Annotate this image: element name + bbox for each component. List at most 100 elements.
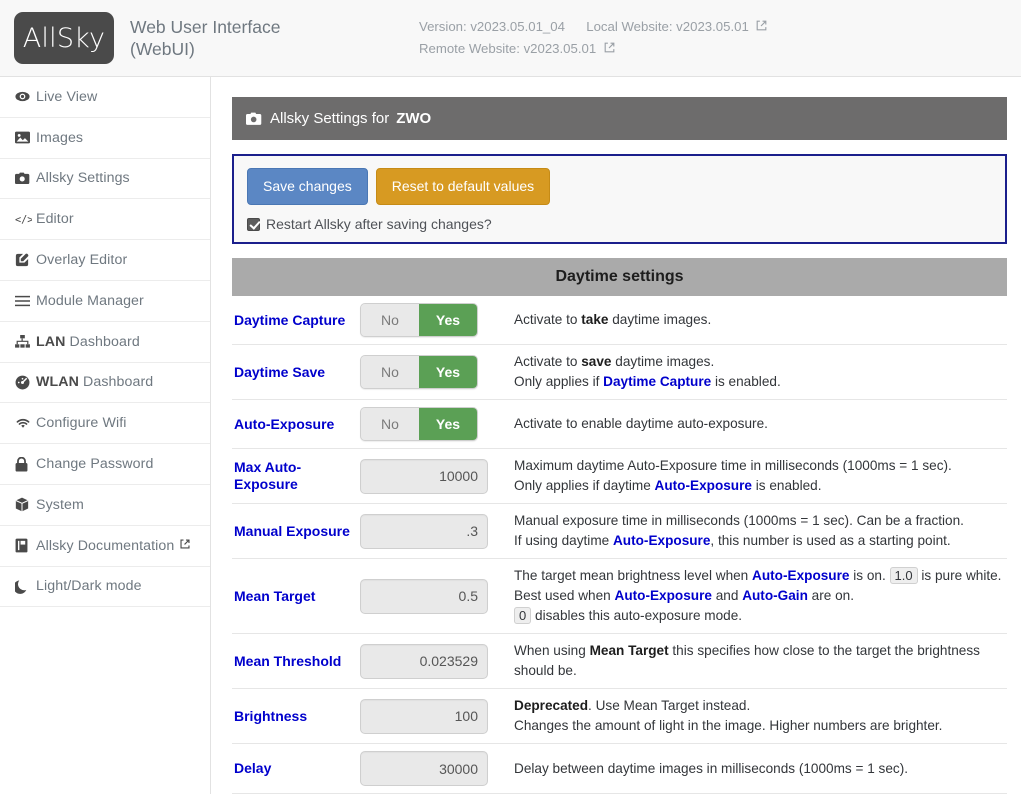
toggle-option-no[interactable]: No bbox=[361, 408, 419, 440]
sidebar-item-label: Editor bbox=[36, 211, 74, 228]
setting-row: Brightness Deprecated. Use Mean Target in… bbox=[232, 689, 1007, 744]
setting-label: Auto-Exposure bbox=[234, 415, 335, 432]
pen-square-icon bbox=[15, 253, 36, 267]
external-link-icon[interactable] bbox=[755, 19, 768, 32]
camera-name: ZWO bbox=[396, 110, 432, 127]
sidebar-item-change-password[interactable]: Change Password bbox=[0, 444, 210, 485]
sidebar-item-label: Overlay Editor bbox=[36, 252, 128, 269]
setting-description: Manual exposure time in milliseconds (10… bbox=[514, 513, 964, 548]
cube-icon bbox=[15, 497, 36, 512]
sidebar-item-label: Light/Dark mode bbox=[36, 578, 142, 595]
setting-label: Mean Target bbox=[234, 587, 316, 604]
local-website-label: Local Website: v2023.05.01 bbox=[586, 19, 749, 34]
app-title: Web User Interface (WebUI) bbox=[130, 17, 281, 59]
moon-icon bbox=[15, 579, 36, 594]
toggle-option-yes[interactable]: Yes bbox=[419, 356, 477, 388]
setting-label: Daytime Save bbox=[234, 363, 326, 380]
sidebar-item-overlay-editor[interactable]: Overlay Editor bbox=[0, 240, 210, 281]
setting-description: Delay between daytime images in millisec… bbox=[514, 760, 909, 776]
actions-box: Save changes Reset to default values Res… bbox=[232, 154, 1007, 244]
setting-description: Deprecated. Use Mean Target instead. Chan… bbox=[514, 698, 943, 733]
wifi-icon bbox=[15, 417, 36, 429]
external-link-icon[interactable] bbox=[603, 41, 616, 54]
sidebar-item-label: System bbox=[36, 496, 84, 513]
setting-description: When using Mean Target this specifies ho… bbox=[514, 643, 980, 678]
sidebar-item-allsky-documentation[interactable]: Allsky Documentation bbox=[0, 526, 210, 567]
setting-label: Max Auto-Exposure bbox=[234, 459, 302, 492]
sidebar-item-label: Images bbox=[36, 129, 84, 146]
sidebar-item-label: Live View bbox=[36, 88, 98, 105]
sidebar-item-LAN-dashboard[interactable]: LAN Dashboard bbox=[0, 322, 210, 363]
sidebar-item-module-manager[interactable]: Module Manager bbox=[0, 281, 210, 322]
main-content: Allsky Settings for ZWO Save changes Res… bbox=[211, 77, 1021, 794]
camera-icon bbox=[15, 172, 36, 185]
setting-label: Brightness bbox=[234, 707, 308, 724]
sidebar-item-WLAN-dashboard[interactable]: WLAN Dashboard bbox=[0, 363, 210, 404]
setting-description: The target mean brightness level when Au… bbox=[514, 567, 1002, 624]
setting-control bbox=[358, 513, 500, 549]
setting-control bbox=[358, 751, 500, 786]
setting-control: No Yes bbox=[358, 355, 500, 389]
tachometer-icon bbox=[15, 375, 36, 390]
toggle-option-no[interactable]: No bbox=[361, 304, 419, 336]
lock-icon bbox=[15, 456, 36, 472]
code-icon: </> bbox=[15, 213, 36, 226]
sidebar-nav: Live View Images Allsky Settings </> Editor O… bbox=[0, 77, 211, 794]
setting-row: Daytime Capture No Yes Activate to take day… bbox=[232, 296, 1007, 345]
sidebar-item-system[interactable]: System bbox=[0, 485, 210, 526]
toggle-auto-exposure[interactable]: No Yes bbox=[360, 407, 478, 441]
input-mean-threshold[interactable] bbox=[360, 643, 488, 679]
setting-row: Delay Delay between daytime images in mil… bbox=[232, 744, 1007, 794]
save-changes-button[interactable]: Save changes bbox=[247, 168, 368, 205]
setting-control bbox=[358, 698, 500, 734]
camera-icon bbox=[246, 112, 262, 126]
sidebar-item-live-view[interactable]: Live View bbox=[0, 77, 210, 118]
setting-control bbox=[358, 578, 500, 614]
restart-checkbox-label: Restart Allsky after saving changes? bbox=[266, 216, 492, 232]
sidebar-item-light-dark-mode[interactable]: Light/Dark mode bbox=[0, 567, 210, 608]
setting-label: Daytime Capture bbox=[234, 311, 346, 328]
allsky-webui-page: AllSky Web User Interface (WebUI) Versio… bbox=[0, 0, 1021, 794]
setting-description: Activate to enable daytime auto-exposure… bbox=[514, 416, 768, 431]
external-link-icon[interactable] bbox=[179, 538, 191, 554]
hamburger-icon bbox=[15, 295, 36, 307]
setting-row: Auto-Exposure No Yes Activate to enable day… bbox=[232, 400, 1007, 449]
setting-description: Activate to take daytime images. bbox=[514, 312, 712, 327]
brand-block: AllSky Web User Interface (WebUI) bbox=[14, 12, 409, 64]
sidebar-item-configure-wifi[interactable]: Configure Wifi bbox=[0, 403, 210, 445]
restart-checkbox[interactable] bbox=[247, 217, 260, 231]
sidebar-item-allsky-settings[interactable]: Allsky Settings bbox=[0, 159, 210, 200]
setting-description: Maximum daytime Auto-Exposure time in mi… bbox=[514, 458, 952, 493]
input-manual-exposure[interactable] bbox=[360, 513, 488, 549]
setting-row: Manual Exposure Manual exposure time in m… bbox=[232, 504, 1007, 559]
panel-title: Allsky Settings for bbox=[270, 110, 390, 127]
input-max-auto-exposure[interactable] bbox=[360, 458, 488, 494]
setting-control bbox=[358, 643, 500, 679]
sidebar-item-label: LAN Dashboard bbox=[36, 333, 140, 350]
input-delay[interactable] bbox=[360, 751, 488, 786]
toggle-daytime-capture[interactable]: No Yes bbox=[360, 303, 478, 337]
reset-defaults-button[interactable]: Reset to default values bbox=[375, 168, 551, 205]
image-icon bbox=[15, 131, 36, 144]
version-info: Version: v2023.05.01_04 Local Website: v… bbox=[419, 16, 768, 60]
sitemap-icon bbox=[15, 335, 36, 348]
setting-row: Max Auto-Exposure Maximum daytime Auto-Ex… bbox=[232, 449, 1007, 504]
toggle-daytime-save[interactable]: No Yes bbox=[360, 355, 478, 389]
toggle-option-no[interactable]: No bbox=[361, 356, 419, 388]
toggle-option-yes[interactable]: Yes bbox=[419, 304, 477, 336]
sidebar-item-images[interactable]: Images bbox=[0, 118, 210, 159]
action-button-row: Save changes Reset to default values bbox=[247, 168, 992, 205]
setting-row: Daytime Save No Yes Activate to save daytim… bbox=[232, 345, 1007, 400]
svg-text:</>: </> bbox=[15, 215, 32, 226]
restart-checkbox-row[interactable]: Restart Allsky after saving changes? bbox=[247, 216, 992, 232]
input-brightness[interactable] bbox=[360, 698, 488, 734]
input-mean-target[interactable] bbox=[360, 578, 488, 614]
allsky-logo: AllSky bbox=[14, 12, 114, 64]
panel-header: Allsky Settings for ZWO bbox=[232, 97, 1007, 140]
sidebar-item-editor[interactable]: </> Editor bbox=[0, 199, 210, 241]
sidebar-item-label: WLAN Dashboard bbox=[36, 374, 154, 391]
toggle-option-yes[interactable]: Yes bbox=[419, 408, 477, 440]
setting-label: Mean Threshold bbox=[234, 652, 342, 669]
setting-control bbox=[358, 458, 500, 494]
sidebar-item-label: Allsky Settings bbox=[36, 170, 130, 187]
